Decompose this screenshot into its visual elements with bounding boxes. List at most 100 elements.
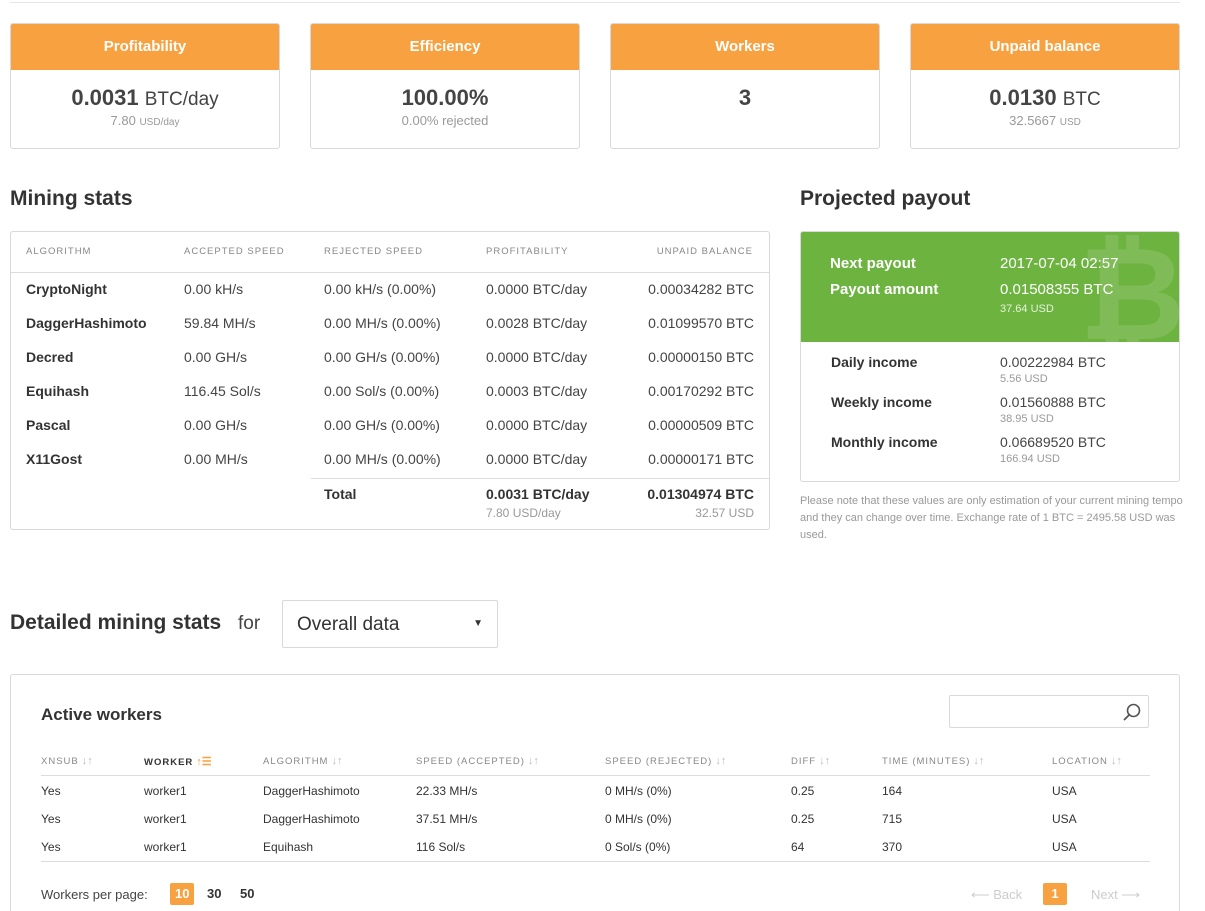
col-header-speed-rejected[interactable]: SPEED (REJECTED) ↓↑ xyxy=(605,755,726,767)
rejected-speed-cell: 0.00 kH/s (0.00%) xyxy=(324,281,437,297)
algorithm-cell: Pascal xyxy=(26,417,71,433)
algorithm-cell: DaggerHashimoto xyxy=(26,315,147,331)
caret-down-icon: ▼ xyxy=(473,618,483,629)
sort-ascending-icon[interactable]: ↑☰ xyxy=(196,756,211,768)
unpaid-balance-card: Unpaid balance 0.0130 BTC 32.5667 USD xyxy=(910,23,1180,149)
accepted-speed-cell: 116.45 Sol/s xyxy=(184,383,261,399)
profitability-cell: 0.0028 BTC/day xyxy=(486,315,588,331)
estimation-note: Please note that these values are only e… xyxy=(800,495,1183,541)
accepted-speed-cell: 0.00 MH/s xyxy=(184,451,248,467)
rejected-speed-cell: 0.00 GH/s (0.00%) xyxy=(324,349,440,365)
rejected-speed-cell: 0.00 GH/s (0.00%) xyxy=(324,417,440,433)
payout-amount-label: Payout amount xyxy=(830,281,939,298)
location-cell: USA xyxy=(1052,812,1077,826)
algorithm-cell: DaggerHashimoto xyxy=(263,812,360,826)
next-button[interactable]: Next ⟶ xyxy=(1091,887,1140,903)
col-header-time[interactable]: TIME (MINUTES) ↓↑ xyxy=(882,755,984,767)
total-divider xyxy=(311,478,769,479)
profitability-cell: 0.0000 BTC/day xyxy=(486,281,588,297)
sort-icon[interactable]: ↓↑ xyxy=(715,755,726,767)
card-sub-value: 7.80 xyxy=(110,113,136,128)
accepted-speed-cell: 0.00 GH/s xyxy=(184,349,248,365)
sort-icon[interactable]: ↓↑ xyxy=(82,755,93,767)
data-range-select[interactable]: Overall data ▼ xyxy=(282,600,498,648)
per-page-option-10[interactable]: 10 xyxy=(170,883,195,905)
location-cell: USA xyxy=(1052,840,1077,854)
income-btc: 0.00222984 BTC xyxy=(1000,354,1106,370)
col-header-worker[interactable]: WORKER ↑☰ xyxy=(144,755,212,768)
search-input[interactable] xyxy=(949,695,1149,728)
top-divider xyxy=(10,2,1180,3)
location-cell: USA xyxy=(1052,784,1077,798)
income-btc: 0.06689520 BTC xyxy=(1000,434,1106,450)
col-header-rejected-speed: REJECTED SPEED xyxy=(324,246,423,257)
card-value: 100.00% xyxy=(401,85,489,110)
card-value: 0.0130 xyxy=(989,85,1057,110)
card-unit: BTC xyxy=(1062,89,1101,110)
col-header-unpaid-balance: UNPAID BALANCE xyxy=(656,246,753,257)
projected-payout-panel: ₿ Next payout 2017-07-04 02:57 Payout am… xyxy=(800,231,1180,482)
speed-accepted-cell: 116 Sol/s xyxy=(416,840,466,854)
card-sub-unit: USD/day xyxy=(139,117,180,128)
card-value: 3 xyxy=(738,85,752,110)
sort-icon[interactable]: ↓↑ xyxy=(1111,755,1122,767)
header-divider xyxy=(11,272,769,273)
sort-icon[interactable]: ↓↑ xyxy=(973,755,984,767)
algorithm-cell: Decred xyxy=(26,349,74,365)
page-number-button[interactable]: 1 xyxy=(1043,883,1067,905)
col-header-speed-accepted[interactable]: SPEED (ACCEPTED) ↓↑ xyxy=(416,755,539,767)
col-header-algorithm[interactable]: ALGORITHM ↓↑ xyxy=(263,755,342,767)
projected-payout-title: Projected payout xyxy=(800,187,971,210)
active-workers-title: Active workers xyxy=(41,705,162,724)
back-button[interactable]: ⟵ Back xyxy=(971,887,1022,903)
efficiency-card: Efficiency 100.00% 0.00% rejected xyxy=(310,23,580,149)
time-cell: 715 xyxy=(882,812,903,826)
accepted-speed-cell: 0.00 GH/s xyxy=(184,417,248,433)
search-icon[interactable] xyxy=(1122,702,1142,722)
detailed-stats-title: Detailed mining stats xyxy=(10,611,222,634)
sort-icon[interactable]: ↓↑ xyxy=(528,755,539,767)
mining-stats-title: Mining stats xyxy=(10,187,133,210)
xnsub-cell: Yes xyxy=(41,784,61,798)
speed-accepted-cell: 37.51 MH/s xyxy=(416,812,478,826)
total-profitability: 0.0031 BTC/day xyxy=(486,486,590,502)
speed-rejected-cell: 0 MH/s (0%) xyxy=(605,784,672,798)
time-cell: 370 xyxy=(882,840,903,854)
worker-cell: worker1 xyxy=(144,840,187,854)
rejected-speed-cell: 0.00 MH/s (0.00%) xyxy=(324,315,441,331)
sort-icon[interactable]: ↓↑ xyxy=(819,755,830,767)
for-label: for xyxy=(238,613,261,634)
payout-amount-value: 0.01508355 BTC xyxy=(1000,281,1114,298)
per-page-option-30[interactable]: 30 xyxy=(202,883,226,905)
xnsub-cell: Yes xyxy=(41,812,61,826)
payout-amount-usd: 37.64 USD xyxy=(1000,303,1054,315)
rejected-speed-cell: 0.00 MH/s (0.00%) xyxy=(324,451,441,467)
sort-icon[interactable]: ↓↑ xyxy=(331,755,342,767)
profitability-cell: 0.0000 BTC/day xyxy=(486,417,588,433)
card-unit: BTC/day xyxy=(144,89,219,110)
table-bottom-divider xyxy=(41,861,1150,862)
diff-cell: 0.25 xyxy=(791,812,815,826)
worker-cell: worker1 xyxy=(144,784,187,798)
income-usd: 38.95 USD xyxy=(1000,413,1054,425)
diff-cell: 64 xyxy=(791,840,805,854)
col-header-xnsub[interactable]: XNSUB ↓↑ xyxy=(41,755,93,767)
accepted-speed-cell: 59.84 MH/s xyxy=(184,315,256,331)
col-header-diff[interactable]: DIFF ↓↑ xyxy=(791,755,830,767)
profitability-card: Profitability 0.0031 BTC/day 7.80 USD/da… xyxy=(10,23,280,149)
next-payout-label: Next payout xyxy=(830,255,916,272)
profitability-cell: 0.0003 BTC/day xyxy=(486,383,588,399)
col-header-algorithm: ALGORITHM xyxy=(26,246,92,257)
profitability-cell: 0.0000 BTC/day xyxy=(486,349,588,365)
income-label: Weekly income xyxy=(831,394,932,410)
income-label: Daily income xyxy=(831,354,918,370)
income-usd: 166.94 USD xyxy=(1000,453,1060,465)
algorithm-cell: Equihash xyxy=(26,383,90,399)
col-header-accepted-speed: ACCEPTED SPEED xyxy=(184,246,285,257)
col-header-location[interactable]: LOCATION ↓↑ xyxy=(1052,755,1122,767)
unpaid-cell: 0.00000171 BTC xyxy=(648,451,754,467)
card-value: 0.0031 xyxy=(71,85,139,110)
card-sub-value: 0.00% rejected xyxy=(401,113,489,128)
per-page-option-50[interactable]: 50 xyxy=(235,883,259,905)
unpaid-cell: 0.00000509 BTC xyxy=(648,417,754,433)
